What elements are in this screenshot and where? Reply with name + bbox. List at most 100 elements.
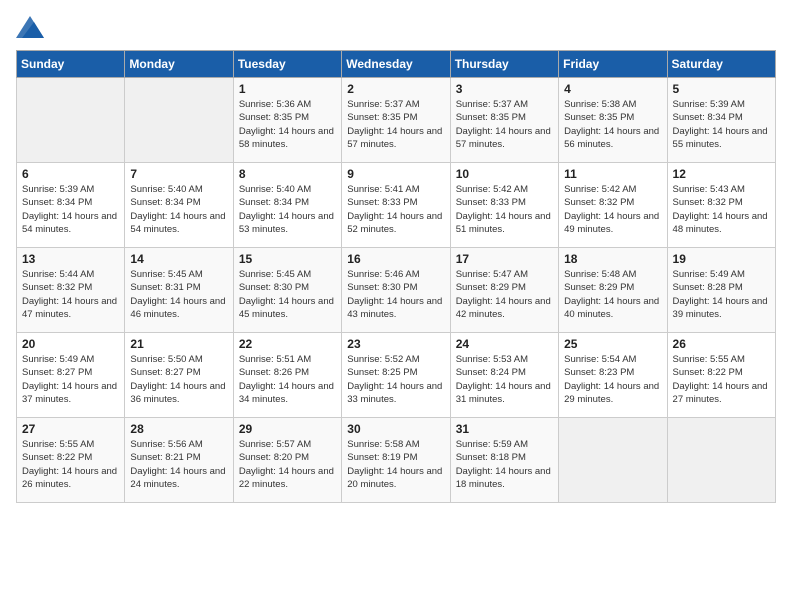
- calendar-cell: 24 Sunrise: 5:53 AMSunset: 8:24 PMDayligh…: [450, 333, 558, 418]
- day-info: Sunrise: 5:39 AMSunset: 8:34 PMDaylight:…: [673, 98, 770, 151]
- weekday-header: Saturday: [667, 51, 775, 78]
- day-number: 4: [564, 82, 661, 96]
- day-number: 18: [564, 252, 661, 266]
- calendar-week-row: 1 Sunrise: 5:36 AMSunset: 8:35 PMDaylight…: [17, 78, 776, 163]
- day-info: Sunrise: 5:38 AMSunset: 8:35 PMDaylight:…: [564, 98, 661, 151]
- calendar-cell: 6 Sunrise: 5:39 AMSunset: 8:34 PMDaylight…: [17, 163, 125, 248]
- calendar-cell: 16 Sunrise: 5:46 AMSunset: 8:30 PMDayligh…: [342, 248, 450, 333]
- calendar-cell: [559, 418, 667, 503]
- day-info: Sunrise: 5:59 AMSunset: 8:18 PMDaylight:…: [456, 438, 553, 491]
- day-number: 3: [456, 82, 553, 96]
- calendar-week-row: 6 Sunrise: 5:39 AMSunset: 8:34 PMDaylight…: [17, 163, 776, 248]
- calendar-cell: [125, 78, 233, 163]
- day-info: Sunrise: 5:50 AMSunset: 8:27 PMDaylight:…: [130, 353, 227, 406]
- calendar-body: 1 Sunrise: 5:36 AMSunset: 8:35 PMDaylight…: [17, 78, 776, 503]
- day-info: Sunrise: 5:58 AMSunset: 8:19 PMDaylight:…: [347, 438, 444, 491]
- calendar-cell: 3 Sunrise: 5:37 AMSunset: 8:35 PMDaylight…: [450, 78, 558, 163]
- day-number: 14: [130, 252, 227, 266]
- day-number: 13: [22, 252, 119, 266]
- day-number: 28: [130, 422, 227, 436]
- calendar-cell: [667, 418, 775, 503]
- day-number: 15: [239, 252, 336, 266]
- day-number: 20: [22, 337, 119, 351]
- calendar-cell: 21 Sunrise: 5:50 AMSunset: 8:27 PMDayligh…: [125, 333, 233, 418]
- logo-icon: [16, 16, 44, 38]
- day-info: Sunrise: 5:57 AMSunset: 8:20 PMDaylight:…: [239, 438, 336, 491]
- day-number: 16: [347, 252, 444, 266]
- calendar-cell: 10 Sunrise: 5:42 AMSunset: 8:33 PMDayligh…: [450, 163, 558, 248]
- page-header: [16, 16, 776, 38]
- calendar-cell: 8Sunrise: 5:40 AMSunset: 8:34 PMDaylight…: [233, 163, 341, 248]
- calendar-cell: 4 Sunrise: 5:38 AMSunset: 8:35 PMDaylight…: [559, 78, 667, 163]
- day-info: Sunrise: 5:54 AMSunset: 8:23 PMDaylight:…: [564, 353, 661, 406]
- day-number: 5: [673, 82, 770, 96]
- day-number: 26: [673, 337, 770, 351]
- calendar-cell: 14 Sunrise: 5:45 AMSunset: 8:31 PMDayligh…: [125, 248, 233, 333]
- calendar-cell: 5 Sunrise: 5:39 AMSunset: 8:34 PMDaylight…: [667, 78, 775, 163]
- calendar-cell: 12 Sunrise: 5:43 AMSunset: 8:32 PMDayligh…: [667, 163, 775, 248]
- calendar-cell: 18 Sunrise: 5:48 AMSunset: 8:29 PMDayligh…: [559, 248, 667, 333]
- calendar-cell: 11Sunrise: 5:42 AMSunset: 8:32 PMDayligh…: [559, 163, 667, 248]
- day-number: 12: [673, 167, 770, 181]
- day-info: Sunrise: 5:43 AMSunset: 8:32 PMDaylight:…: [673, 183, 770, 236]
- weekday-row: SundayMondayTuesdayWednesdayThursdayFrid…: [17, 51, 776, 78]
- day-info: Sunrise: 5:52 AMSunset: 8:25 PMDaylight:…: [347, 353, 444, 406]
- day-number: 10: [456, 167, 553, 181]
- day-info: Sunrise: 5:40 AMSunset: 8:34 PMDaylight:…: [130, 183, 227, 236]
- day-info: Sunrise: 5:39 AMSunset: 8:34 PMDaylight:…: [22, 183, 119, 236]
- calendar-week-row: 13 Sunrise: 5:44 AMSunset: 8:32 PMDayligh…: [17, 248, 776, 333]
- calendar-week-row: 20 Sunrise: 5:49 AMSunset: 8:27 PMDayligh…: [17, 333, 776, 418]
- calendar-cell: 30Sunrise: 5:58 AMSunset: 8:19 PMDayligh…: [342, 418, 450, 503]
- day-info: Sunrise: 5:51 AMSunset: 8:26 PMDaylight:…: [239, 353, 336, 406]
- calendar-cell: 23Sunrise: 5:52 AMSunset: 8:25 PMDayligh…: [342, 333, 450, 418]
- weekday-header: Friday: [559, 51, 667, 78]
- weekday-header: Tuesday: [233, 51, 341, 78]
- day-info: Sunrise: 5:48 AMSunset: 8:29 PMDaylight:…: [564, 268, 661, 321]
- day-info: Sunrise: 5:47 AMSunset: 8:29 PMDaylight:…: [456, 268, 553, 321]
- weekday-header: Monday: [125, 51, 233, 78]
- day-info: Sunrise: 5:44 AMSunset: 8:32 PMDaylight:…: [22, 268, 119, 321]
- day-info: Sunrise: 5:55 AMSunset: 8:22 PMDaylight:…: [673, 353, 770, 406]
- day-info: Sunrise: 5:37 AMSunset: 8:35 PMDaylight:…: [456, 98, 553, 151]
- day-number: 11: [564, 167, 661, 181]
- calendar-cell: 26 Sunrise: 5:55 AMSunset: 8:22 PMDayligh…: [667, 333, 775, 418]
- calendar-week-row: 27 Sunrise: 5:55 AMSunset: 8:22 PMDayligh…: [17, 418, 776, 503]
- day-number: 27: [22, 422, 119, 436]
- day-info: Sunrise: 5:45 AMSunset: 8:30 PMDaylight:…: [239, 268, 336, 321]
- day-number: 25: [564, 337, 661, 351]
- day-number: 2: [347, 82, 444, 96]
- day-info: Sunrise: 5:55 AMSunset: 8:22 PMDaylight:…: [22, 438, 119, 491]
- day-info: Sunrise: 5:49 AMSunset: 8:28 PMDaylight:…: [673, 268, 770, 321]
- day-number: 17: [456, 252, 553, 266]
- weekday-header: Sunday: [17, 51, 125, 78]
- day-info: Sunrise: 5:45 AMSunset: 8:31 PMDaylight:…: [130, 268, 227, 321]
- calendar-cell: 25 Sunrise: 5:54 AMSunset: 8:23 PMDayligh…: [559, 333, 667, 418]
- day-number: 6: [22, 167, 119, 181]
- calendar-cell: 27 Sunrise: 5:55 AMSunset: 8:22 PMDayligh…: [17, 418, 125, 503]
- day-number: 24: [456, 337, 553, 351]
- day-number: 31: [456, 422, 553, 436]
- calendar-cell: 15 Sunrise: 5:45 AMSunset: 8:30 PMDayligh…: [233, 248, 341, 333]
- day-number: 1: [239, 82, 336, 96]
- calendar-cell: 17 Sunrise: 5:47 AMSunset: 8:29 PMDayligh…: [450, 248, 558, 333]
- day-info: Sunrise: 5:42 AMSunset: 8:33 PMDaylight:…: [456, 183, 553, 236]
- day-number: 29: [239, 422, 336, 436]
- calendar-cell: 9 Sunrise: 5:41 AMSunset: 8:33 PMDaylight…: [342, 163, 450, 248]
- calendar-cell: 1 Sunrise: 5:36 AMSunset: 8:35 PMDaylight…: [233, 78, 341, 163]
- day-info: Sunrise: 5:36 AMSunset: 8:35 PMDaylight:…: [239, 98, 336, 151]
- day-number: 8: [239, 167, 336, 181]
- calendar-cell: 28Sunrise: 5:56 AMSunset: 8:21 PMDayligh…: [125, 418, 233, 503]
- day-info: Sunrise: 5:49 AMSunset: 8:27 PMDaylight:…: [22, 353, 119, 406]
- calendar-header: SundayMondayTuesdayWednesdayThursdayFrid…: [17, 51, 776, 78]
- day-info: Sunrise: 5:46 AMSunset: 8:30 PMDaylight:…: [347, 268, 444, 321]
- day-info: Sunrise: 5:41 AMSunset: 8:33 PMDaylight:…: [347, 183, 444, 236]
- day-info: Sunrise: 5:37 AMSunset: 8:35 PMDaylight:…: [347, 98, 444, 151]
- calendar-table: SundayMondayTuesdayWednesdayThursdayFrid…: [16, 50, 776, 503]
- day-info: Sunrise: 5:53 AMSunset: 8:24 PMDaylight:…: [456, 353, 553, 406]
- day-number: 9: [347, 167, 444, 181]
- calendar-cell: 7Sunrise: 5:40 AMSunset: 8:34 PMDaylight…: [125, 163, 233, 248]
- day-number: 21: [130, 337, 227, 351]
- calendar-cell: 13 Sunrise: 5:44 AMSunset: 8:32 PMDayligh…: [17, 248, 125, 333]
- calendar-cell: [17, 78, 125, 163]
- calendar-cell: 20 Sunrise: 5:49 AMSunset: 8:27 PMDayligh…: [17, 333, 125, 418]
